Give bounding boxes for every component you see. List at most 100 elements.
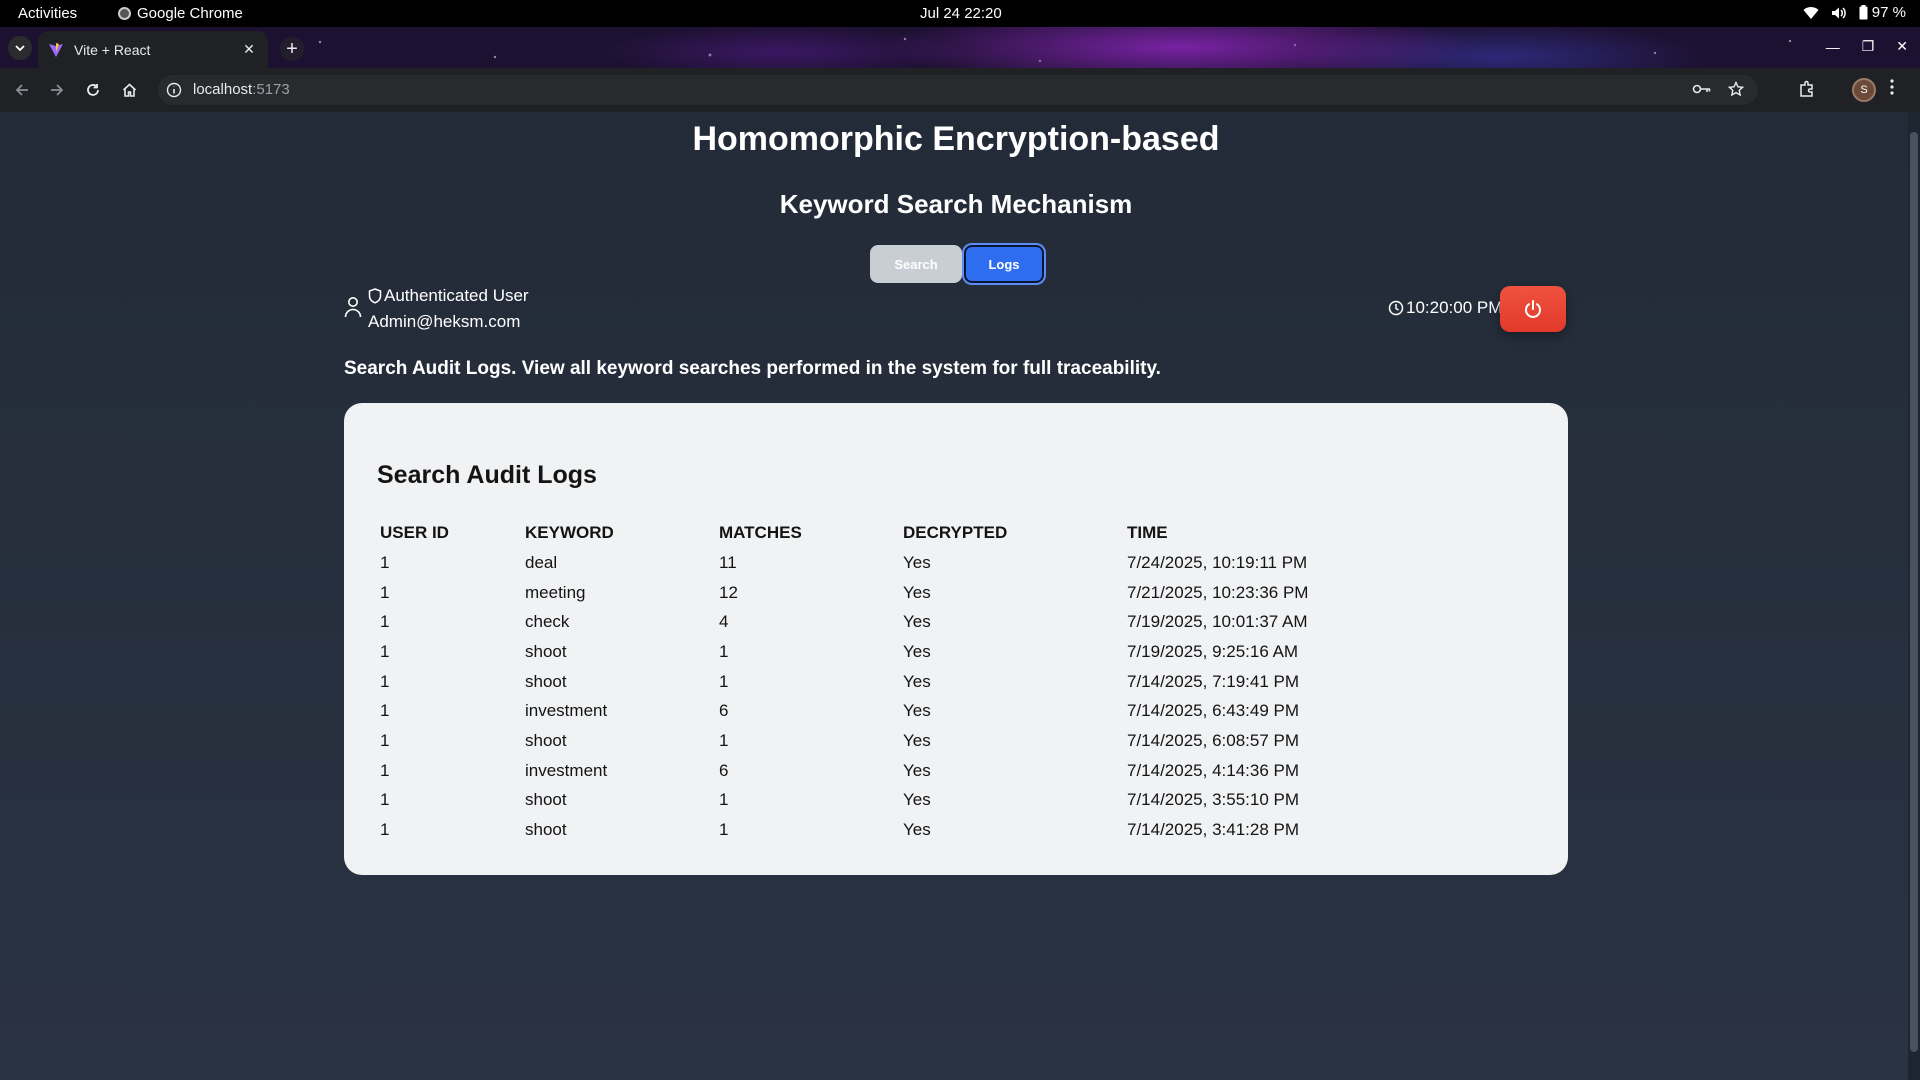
cell-keyword: shoot xyxy=(525,790,567,810)
page-subtitle: Keyword Search Mechanism xyxy=(779,189,1133,219)
cell-time: 7/14/2025, 6:43:49 PM xyxy=(1127,701,1300,721)
cell-time: 7/19/2025, 9:25:16 AM xyxy=(1127,641,1299,661)
password-key-icon[interactable] xyxy=(1692,81,1712,97)
url-port: :5173 xyxy=(252,81,290,98)
cell-keyword: investment xyxy=(525,760,608,780)
table-row: 1 shoot 1 Yes 7/19/2025, 9:25:16 AM xyxy=(377,637,1384,667)
table-row: 1 shoot 1 Yes 7/14/2025, 7:19:41 PM xyxy=(377,667,1384,697)
user-icon xyxy=(344,297,362,318)
page-scrollbar[interactable] xyxy=(1908,112,1920,1080)
cell-decrypted: Yes xyxy=(903,552,931,572)
tab-title: Vite + React xyxy=(74,41,151,58)
system-clock[interactable]: Jul 24 22:20 xyxy=(920,5,1002,22)
cell-user-id: 1 xyxy=(380,641,390,661)
logout-button[interactable] xyxy=(1500,286,1566,332)
arrow-left-icon xyxy=(15,84,28,96)
wifi-icon xyxy=(1803,6,1819,19)
user-role-label: Authenticated User xyxy=(384,286,529,305)
table-row: 1 investment 6 Yes 7/14/2025, 6:43:49 PM xyxy=(377,696,1384,726)
vite-favicon-icon xyxy=(49,42,63,57)
cell-user-id: 1 xyxy=(380,552,390,572)
system-tray[interactable]: 97 % xyxy=(1803,4,1906,21)
cell-matches: 12 xyxy=(719,582,738,602)
cell-keyword: check xyxy=(525,612,570,632)
column-header-matches: MATCHES xyxy=(719,523,802,542)
cell-decrypted: Yes xyxy=(903,671,931,691)
close-window-icon[interactable]: ✕ xyxy=(1896,38,1908,55)
table-row: 1 shoot 1 Yes 7/14/2025, 3:41:28 PM xyxy=(377,815,1384,845)
activities-button[interactable]: Activities xyxy=(18,5,77,22)
home-button[interactable] xyxy=(119,80,139,100)
cell-matches: 4 xyxy=(719,612,729,632)
cell-user-id: 1 xyxy=(380,820,390,840)
back-button[interactable] xyxy=(12,80,32,100)
table-row: 1 check 4 Yes 7/19/2025, 10:01:37 AM xyxy=(377,607,1384,637)
volume-icon xyxy=(1831,6,1846,19)
cell-user-id: 1 xyxy=(380,671,390,691)
cell-time: 7/14/2025, 4:14:36 PM xyxy=(1127,760,1300,780)
current-time-value: 10:20:00 PM xyxy=(1406,298,1503,317)
scrollbar-thumb[interactable] xyxy=(1910,132,1918,1052)
system-top-bar: Activities Google Chrome Jul 24 22:20 97… xyxy=(0,0,1920,27)
arrow-right-icon xyxy=(51,84,64,96)
cell-decrypted: Yes xyxy=(903,730,931,750)
cell-matches: 6 xyxy=(719,701,729,721)
shield-icon xyxy=(368,288,382,304)
tab-strip: Vite + React ✕ + — ❐ ✕ xyxy=(0,27,1920,68)
chrome-icon xyxy=(118,7,131,20)
cell-user-id: 1 xyxy=(380,760,390,780)
browser-tab[interactable]: Vite + React ✕ xyxy=(38,31,268,68)
kebab-menu-icon[interactable] xyxy=(1890,79,1894,95)
cell-decrypted: Yes xyxy=(903,820,931,840)
tab-search-dropdown[interactable] xyxy=(8,36,32,60)
cell-decrypted: Yes xyxy=(903,641,931,661)
extensions-icon[interactable] xyxy=(1798,80,1816,98)
app-menu[interactable]: Google Chrome xyxy=(118,5,243,22)
table-row: 1 deal 11 Yes 7/24/2025, 10:19:11 PM xyxy=(377,548,1384,578)
reload-button[interactable] xyxy=(83,80,103,100)
restore-icon[interactable]: ❐ xyxy=(1862,38,1875,55)
column-header-keyword: KEYWORD xyxy=(525,523,614,542)
cell-time: 7/21/2025, 10:23:36 PM xyxy=(1127,582,1309,602)
cell-matches: 1 xyxy=(719,671,729,691)
user-role: Authenticated User xyxy=(368,286,529,306)
browser-toolbar: localhost:5173 S xyxy=(0,68,1920,112)
cell-time: 7/14/2025, 6:08:57 PM xyxy=(1127,730,1300,750)
profile-avatar[interactable]: S xyxy=(1852,78,1876,102)
battery-icon xyxy=(1859,5,1868,20)
logs-tab-button[interactable]: Logs xyxy=(964,245,1044,283)
column-header-decrypted: DECRYPTED xyxy=(903,523,1008,542)
battery-percent: 97 % xyxy=(1871,4,1906,21)
forward-button[interactable] xyxy=(47,80,67,100)
cell-matches: 1 xyxy=(719,641,729,661)
audit-log-table: USER ID KEYWORD MATCHES DECRYPTED TIME 1… xyxy=(377,518,1384,845)
search-tab-button[interactable]: Search xyxy=(870,245,962,283)
audit-log-card: Search Audit Logs USER ID KEYWORD MATCHE… xyxy=(344,403,1568,875)
cell-keyword: deal xyxy=(525,552,558,572)
view-toggle: Search Logs xyxy=(870,245,1044,283)
cell-decrypted: Yes xyxy=(903,790,931,810)
cell-keyword: shoot xyxy=(525,730,567,750)
cell-matches: 6 xyxy=(719,760,729,780)
user-email: Admin@heksm.com xyxy=(368,312,521,331)
table-row: 1 shoot 1 Yes 7/14/2025, 3:55:10 PM xyxy=(377,786,1384,816)
current-time: 10:20:00 PM xyxy=(1388,298,1502,318)
minimize-icon[interactable]: — xyxy=(1826,39,1840,55)
app-name: Google Chrome xyxy=(137,5,243,22)
clock-icon xyxy=(1388,300,1404,316)
column-header-time: TIME xyxy=(1127,523,1168,542)
power-icon xyxy=(1525,300,1541,318)
cell-user-id: 1 xyxy=(380,612,390,632)
cell-user-id: 1 xyxy=(380,701,390,721)
address-bar[interactable]: localhost:5173 xyxy=(158,75,1758,105)
cell-keyword: shoot xyxy=(525,671,567,691)
cell-decrypted: Yes xyxy=(903,701,931,721)
page-description: Search Audit Logs. View all keyword sear… xyxy=(344,358,1161,379)
cell-matches: 1 xyxy=(719,820,729,840)
page-title: Homomorphic Encryption-based xyxy=(692,120,1220,158)
tab-close-icon[interactable]: ✕ xyxy=(240,41,258,59)
cell-decrypted: Yes xyxy=(903,612,931,632)
bookmark-star-icon[interactable] xyxy=(1728,81,1744,97)
info-icon[interactable] xyxy=(166,82,182,98)
new-tab-button[interactable]: + xyxy=(280,37,304,61)
